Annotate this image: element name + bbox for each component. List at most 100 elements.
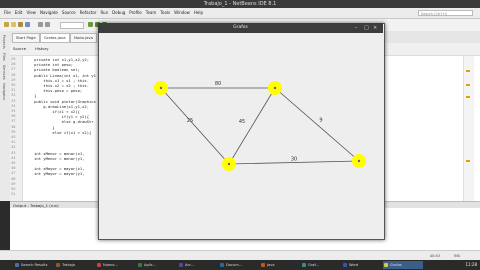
search-input[interactable]: Search (Ctrl+I) <box>418 10 473 16</box>
app-icon <box>97 263 101 267</box>
menu-item-run[interactable]: Run <box>100 10 108 15</box>
tab-history[interactable]: History <box>35 46 49 51</box>
redo-icon[interactable] <box>45 22 50 27</box>
taskbar-item-label: Graf... <box>308 263 319 267</box>
menu-item-source[interactable]: Source <box>62 10 76 15</box>
line-number: 28 <box>11 72 16 77</box>
warning-mark[interactable] <box>466 96 470 98</box>
minimize-icon[interactable]: – <box>355 24 358 32</box>
tab-grafos-java[interactable]: Grafos.java <box>40 33 70 43</box>
menu-item-team[interactable]: Team <box>146 10 157 15</box>
edge-weight-label: 25 <box>187 118 193 124</box>
line-number: 43 <box>11 150 16 155</box>
app-icon <box>179 263 183 267</box>
ide-title: Trabajo_1 - NetBeans IDE 8.1 <box>203 1 277 7</box>
edge-weight-label: 80 <box>215 81 221 87</box>
taskbar-item[interactable]: Nuevo... <box>96 261 136 269</box>
side-tab-projects[interactable]: Projects <box>2 35 6 49</box>
side-tab-navigator[interactable]: Navigator <box>2 83 6 100</box>
warning-mark[interactable] <box>466 84 470 86</box>
taskbar-item[interactable]: Aplic... <box>137 261 177 269</box>
taskbar-item[interactable]: Trabajo <box>55 261 95 269</box>
grafos-title: Grafos <box>233 25 248 30</box>
line-number: 41 <box>11 140 16 145</box>
graph-edge <box>228 87 276 165</box>
line-number: 50 <box>11 187 16 191</box>
app-icon <box>138 263 142 267</box>
line-number: 44 <box>11 155 16 160</box>
taskbar-item-label: Search Results <box>21 263 48 267</box>
graph-node-center <box>159 86 163 90</box>
edge-weight-label: 9 <box>319 118 322 124</box>
taskbar-item-label: Trabajo <box>62 263 76 267</box>
close-icon[interactable]: × <box>373 24 377 32</box>
menu-item-navigate[interactable]: Navigate <box>40 10 58 15</box>
build-icon[interactable] <box>88 22 93 27</box>
taskbar-item[interactable]: Graf... <box>301 261 341 269</box>
edge-weight-label: 45 <box>239 119 245 125</box>
editor-error-stripe[interactable] <box>463 56 474 201</box>
taskbar-item[interactable]: Arc... <box>178 261 218 269</box>
taskbar-item-label: Word <box>349 263 359 267</box>
line-number: 51 <box>11 192 16 197</box>
side-tab-services[interactable]: Services <box>2 65 6 80</box>
new-project-icon[interactable] <box>4 22 9 27</box>
menu-item-window[interactable]: Window <box>174 10 190 15</box>
taskbar-item-label: Arc... <box>185 263 195 267</box>
menu-item-tools[interactable]: Tools <box>160 10 170 15</box>
menu-item-debug[interactable]: Debug <box>112 10 125 15</box>
menu-item-profile[interactable]: Profile <box>129 10 141 15</box>
taskbar-item-label: Aplic... <box>144 263 157 267</box>
grafos-title-bar[interactable]: Grafos <box>98 23 383 33</box>
side-tab-files[interactable]: Files <box>2 53 6 61</box>
undo-icon[interactable] <box>38 22 43 27</box>
warning-mark[interactable] <box>466 70 470 72</box>
taskbar-item[interactable]: Docum... <box>219 261 259 269</box>
warning-mark[interactable] <box>466 160 470 162</box>
line-number: 33 <box>11 98 16 103</box>
line-number: 36 <box>11 114 16 119</box>
graph-edge <box>274 87 360 162</box>
tab-source[interactable]: Source <box>13 46 26 51</box>
open-project-icon[interactable] <box>18 22 23 27</box>
menu-item-help[interactable]: Help <box>194 10 203 15</box>
line-number: 25 <box>11 57 16 61</box>
line-number: 45 <box>11 161 16 165</box>
config-select[interactable] <box>60 22 84 29</box>
app-icon <box>384 263 388 267</box>
taskbar-item[interactable]: java <box>260 261 300 269</box>
taskbar-item[interactable]: Search Results <box>14 261 54 269</box>
line-number: 34 <box>11 103 16 108</box>
line-number: 31 <box>11 88 16 93</box>
taskbar-item-label: java <box>267 263 275 267</box>
maximize-icon[interactable]: □ <box>364 24 369 32</box>
taskbar-item-label: Nuevo... <box>103 263 118 267</box>
taskbar-item[interactable]: Word <box>342 261 382 269</box>
line-number: 38 <box>11 124 16 129</box>
line-number: 48 <box>11 176 16 181</box>
new-file-icon[interactable] <box>11 22 16 27</box>
menu-item-file[interactable]: File <box>4 10 11 15</box>
line-number: 42 <box>11 145 16 150</box>
graph-canvas[interactable]: 80 25 45 9 30 <box>99 33 383 238</box>
app-icon <box>15 263 19 267</box>
app-icon <box>343 263 347 267</box>
line-number: 26 <box>11 62 16 67</box>
line-number: 30 <box>11 83 16 87</box>
menu-item-edit[interactable]: Edit <box>15 10 23 15</box>
tab-nodo-java[interactable]: Nodo.java <box>70 33 97 43</box>
line-number: 40 <box>11 135 16 139</box>
tab-start-page[interactable]: Start Page <box>12 33 40 43</box>
graph-node-center <box>357 159 361 163</box>
line-number: 39 <box>11 129 16 134</box>
taskbar-clock: 11:28 <box>465 262 477 267</box>
app-icon <box>261 263 265 267</box>
save-all-icon[interactable] <box>25 22 30 27</box>
menu-item-view[interactable]: View <box>26 10 36 15</box>
code-line: int yMenor = menor(y1, <box>25 155 85 161</box>
taskbar-item[interactable]: Grafos <box>383 261 423 269</box>
menu-item-refactor[interactable]: Refactor <box>80 10 97 15</box>
menu-bar: File Edit View Navigate Source Refactor Run Deb… <box>0 8 480 19</box>
taskbar-item-label: Grafos <box>390 263 402 267</box>
graph-node-center <box>227 162 231 166</box>
